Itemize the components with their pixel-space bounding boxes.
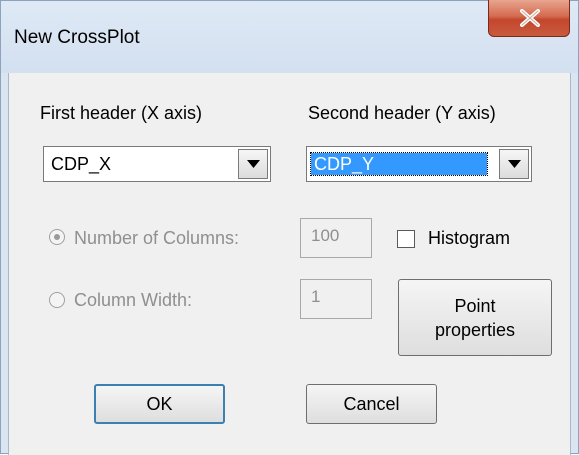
column-width-radio[interactable] bbox=[49, 292, 65, 308]
ok-label: OK bbox=[146, 394, 173, 414]
cancel-button[interactable]: Cancel bbox=[306, 384, 437, 424]
histogram-label: Histogram bbox=[428, 228, 511, 248]
chevron-down-icon bbox=[247, 160, 260, 168]
cancel-label: Cancel bbox=[343, 394, 400, 414]
number-of-columns-radio[interactable] bbox=[49, 229, 65, 245]
histogram-checkbox[interactable] bbox=[397, 230, 415, 248]
ok-button[interactable]: OK bbox=[94, 384, 225, 424]
second-header-label: Second header (Y axis) bbox=[308, 103, 496, 123]
first-header-value: CDP_X bbox=[51, 154, 112, 174]
window-title: New CrossPlot bbox=[14, 27, 140, 48]
point-properties-label: Point properties bbox=[434, 295, 516, 340]
title-bar: New CrossPlot bbox=[1, 0, 578, 73]
close-icon bbox=[520, 9, 540, 27]
dialog-body: First header (X axis) Second header (Y a… bbox=[8, 73, 571, 455]
column-width-label: Column Width: bbox=[74, 290, 193, 310]
first-header-label: First header (X axis) bbox=[40, 103, 203, 123]
crossplot-dialog: New CrossPlot First header (X axis) Seco… bbox=[0, 0, 579, 455]
point-properties-button[interactable]: Point properties bbox=[398, 279, 552, 356]
close-button[interactable] bbox=[488, 0, 570, 37]
second-header-value: CDP_Y bbox=[310, 152, 488, 176]
radio-selected-dot bbox=[54, 234, 60, 240]
first-header-dropdown-button[interactable] bbox=[238, 149, 268, 179]
second-header-combobox[interactable]: CDP_Y bbox=[306, 146, 532, 182]
number-of-columns-input[interactable]: 100 bbox=[300, 218, 372, 258]
number-of-columns-label: Number of Columns: bbox=[74, 228, 240, 248]
first-header-combobox[interactable]: CDP_X bbox=[43, 146, 271, 182]
second-header-dropdown-button[interactable] bbox=[499, 149, 529, 179]
chevron-down-icon bbox=[508, 160, 521, 168]
column-width-input[interactable]: 1 bbox=[300, 279, 372, 319]
